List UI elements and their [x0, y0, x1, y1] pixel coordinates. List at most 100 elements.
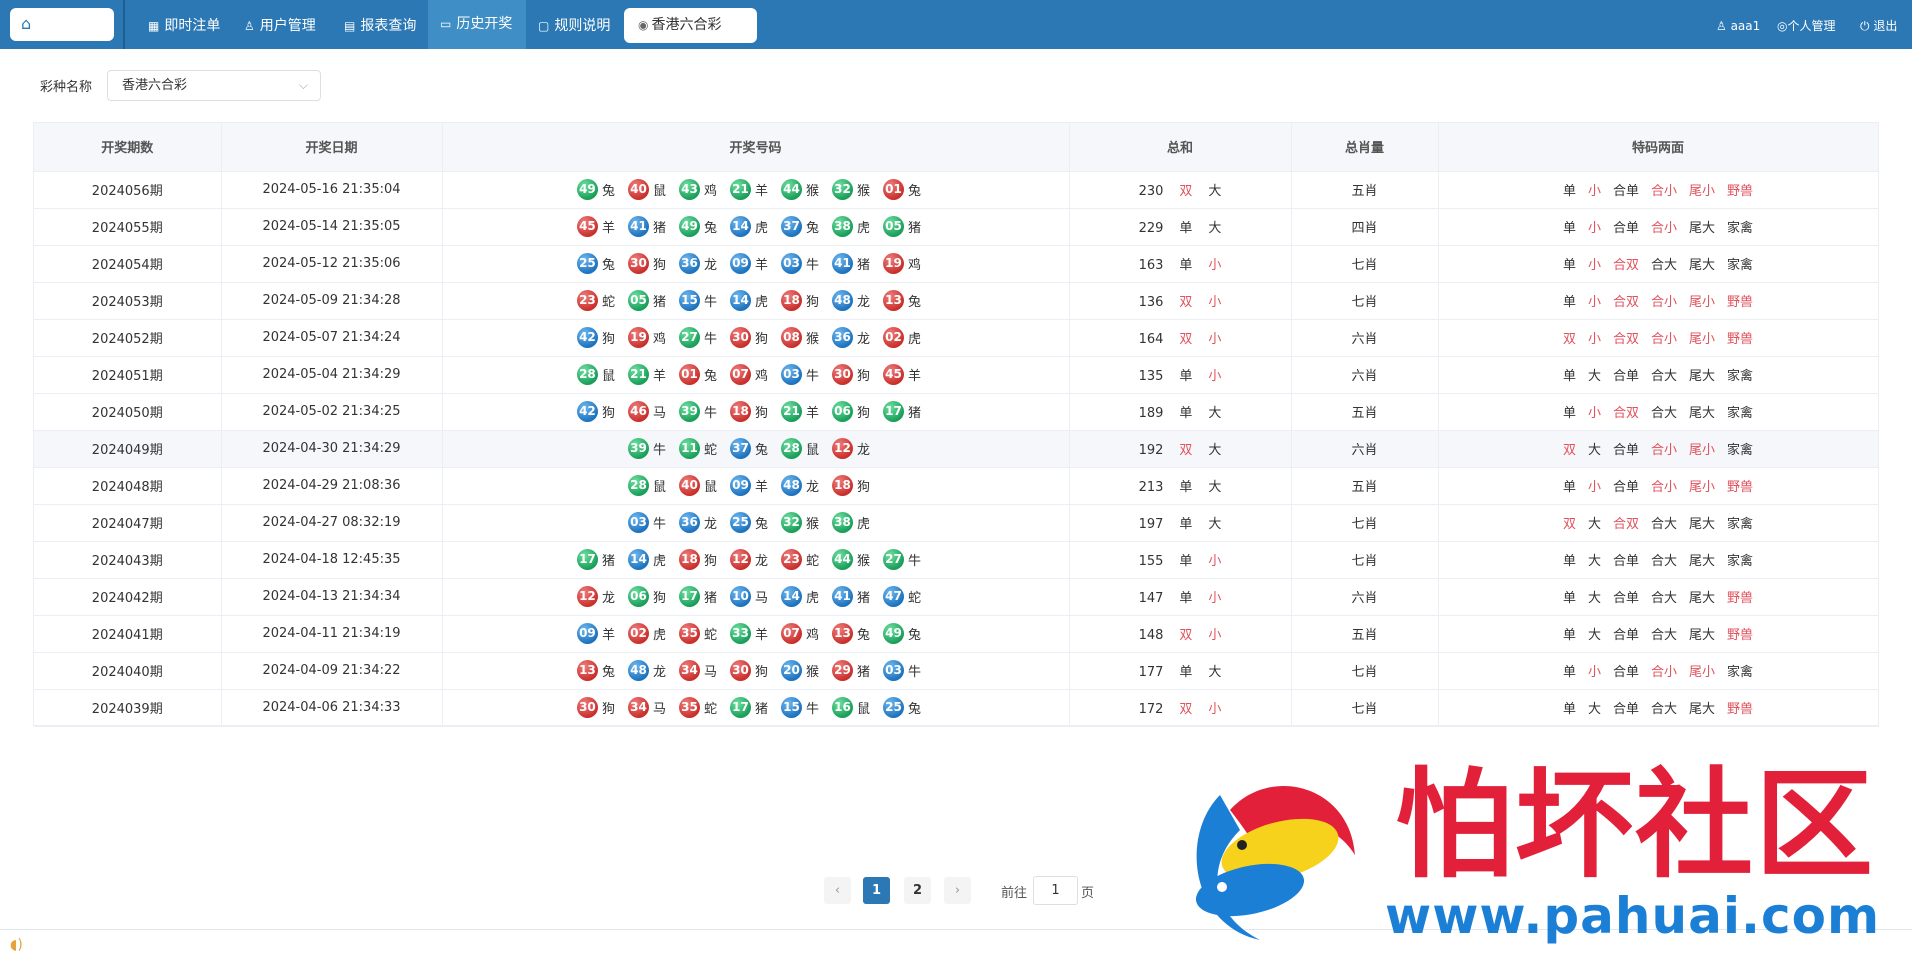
page-2-button[interactable]: 2: [904, 877, 931, 904]
zodiac-label: 狗: [857, 480, 871, 495]
date-cell: 2024-04-11 21:34:19: [221, 615, 443, 653]
zodiac-label: 猴: [806, 665, 820, 680]
period-cell: 2024041期: [34, 615, 222, 653]
tab-hk-mark-six[interactable]: ◉ 香港六合彩: [624, 8, 757, 43]
special-attr: 家禽: [1727, 665, 1754, 680]
zodiac-count-cell: 五肖: [1291, 467, 1439, 505]
special-attr: 小: [1587, 332, 1601, 347]
number-ball: 38: [832, 216, 854, 237]
zodiac-label: 兔: [601, 258, 615, 273]
zodiac-label: 狗: [601, 406, 615, 421]
big-small-value: 小: [1208, 332, 1222, 347]
prev-page-button[interactable]: ‹: [824, 877, 851, 904]
special-attr: 尾大: [1689, 258, 1716, 273]
special-attr: 家禽: [1727, 406, 1754, 421]
sum-value: 197: [1138, 517, 1164, 532]
zodiac-label: 牛: [908, 665, 922, 680]
special-attr: 尾大: [1689, 221, 1716, 236]
number-ball: 08: [781, 327, 802, 348]
zodiac-count-cell: 七肖: [1291, 541, 1439, 579]
zodiac-count-cell: 六肖: [1291, 578, 1439, 616]
special-attr: 单: [1562, 591, 1576, 606]
special-attr: 合单: [1612, 628, 1639, 643]
chat-icon: ▢: [538, 19, 550, 33]
number-ball: 25: [729, 512, 751, 533]
zodiac-label: 猴: [806, 517, 820, 532]
user-account[interactable]: ♙ aaa1: [1716, 0, 1760, 49]
special-attr: 合双: [1612, 406, 1639, 421]
zodiac-label: 蛇: [703, 443, 717, 458]
zodiac-count-cell: 七肖: [1291, 245, 1439, 283]
zodiac-label: 虎: [857, 221, 871, 236]
zodiac-label: 马: [754, 591, 768, 606]
special-attr: 合大: [1651, 258, 1678, 273]
special-attr: 合单: [1612, 184, 1639, 199]
table-row: 2024043期 2024-04-18 12:45:35 17 猪 14 虎 18 狗 12 龙 2…: [34, 541, 1879, 579]
big-small-value: 小: [1208, 295, 1222, 310]
nav-item-instant-bets[interactable]: ▦ 即时注单: [136, 0, 230, 49]
next-page-button[interactable]: ›: [944, 877, 971, 904]
sum-cell: 148 双小: [1069, 615, 1292, 653]
number-ball: 36: [678, 253, 700, 274]
special-attr: 尾大: [1689, 591, 1716, 606]
zodiac-label: 虎: [754, 295, 768, 310]
date-cell: 2024-05-09 21:34:28: [221, 282, 443, 320]
zodiac-label: 马: [652, 406, 666, 421]
number-ball: 06: [832, 401, 854, 422]
zodiac-label: 兔: [754, 517, 768, 532]
special-attr: 尾小: [1689, 665, 1716, 680]
zodiac-label: 猪: [908, 406, 922, 421]
special-two-sides-cell: 单小合双 合大 尾大 家禽: [1438, 393, 1879, 431]
zodiac-label: 龙: [754, 554, 768, 569]
zodiac-label: 狗: [754, 332, 768, 347]
logout-link[interactable]: ⏻ 退出: [1860, 0, 1897, 49]
zodiac-label: 鼠: [601, 369, 615, 384]
zodiac-label: 蛇: [703, 702, 717, 717]
table-row: 2024052期 2024-05-07 21:34:24 42 狗 19 鸡 27 牛 30 狗 0…: [34, 319, 1879, 357]
profile-link[interactable]: ◎个人管理: [1777, 0, 1836, 49]
special-attr: 合双: [1612, 295, 1639, 310]
special-attr: 单: [1562, 406, 1576, 421]
report-icon: ▤: [344, 19, 356, 33]
numbers-cell: 03 牛 36 龙 25 兔 32 猴 38 虎: [442, 504, 1070, 542]
odd-even-value: 单: [1179, 480, 1193, 495]
zodiac-count-cell: 五肖: [1291, 171, 1439, 209]
power-icon: ⏻: [1860, 19, 1874, 33]
goto-page-input[interactable]: 1: [1033, 876, 1078, 905]
special-attr: 合单: [1612, 554, 1639, 569]
nav-item-rules[interactable]: ▢ 规则说明: [526, 0, 622, 49]
home-button[interactable]: ⌂: [10, 8, 114, 41]
special-attr: 单: [1562, 184, 1576, 199]
date-cell: 2024-04-06 21:34:33: [221, 689, 443, 727]
nav-item-draw-history[interactable]: ▭ 历史开奖: [428, 0, 526, 49]
zodiac-label: 虎: [908, 332, 922, 347]
sum-value: 230: [1138, 184, 1164, 199]
page-1-button[interactable]: 1: [863, 877, 890, 904]
number-ball: 30: [627, 253, 649, 274]
numbers-cell: 42 狗 19 鸡 27 牛 30 狗 08 猴 36 龙 02 虎: [442, 319, 1070, 357]
sum-value: 213: [1138, 480, 1164, 495]
zodiac-label: 鼠: [703, 480, 717, 495]
special-attr: 大: [1587, 369, 1601, 384]
sum-cell: 136 双小: [1069, 282, 1292, 320]
table-row: 2024040期 2024-04-09 21:34:22 13 兔 48 龙 34 马 30 狗 2…: [34, 652, 1879, 690]
zodiac-label: 羊: [754, 628, 768, 643]
period-cell: 2024050期: [34, 393, 222, 431]
nav-item-report-query[interactable]: ▤ 报表查询: [332, 0, 428, 49]
nav-item-user-management[interactable]: ♙ 用户管理: [232, 0, 332, 49]
special-attr: 合小: [1651, 221, 1678, 236]
period-cell: 2024040期: [34, 652, 222, 690]
special-attr: 双: [1562, 443, 1576, 458]
special-attr: 单: [1562, 295, 1576, 310]
user-icon: ♙: [1716, 19, 1731, 33]
odd-even-value: 单: [1179, 517, 1193, 532]
speaker-icon[interactable]: ◖): [10, 937, 23, 953]
number-ball: 36: [832, 327, 854, 348]
zodiac-label: 龙: [703, 517, 717, 532]
number-ball: 40: [678, 475, 700, 496]
odd-even-value: 双: [1179, 702, 1193, 717]
nav-divider: [123, 0, 125, 49]
table-row: 2024039期 2024-04-06 21:34:33 30 狗 34 马 35 蛇 17 猪 1…: [34, 689, 1879, 727]
lottery-select[interactable]: 香港六合彩 ⌵: [107, 70, 321, 101]
number-ball: 03: [781, 364, 802, 385]
